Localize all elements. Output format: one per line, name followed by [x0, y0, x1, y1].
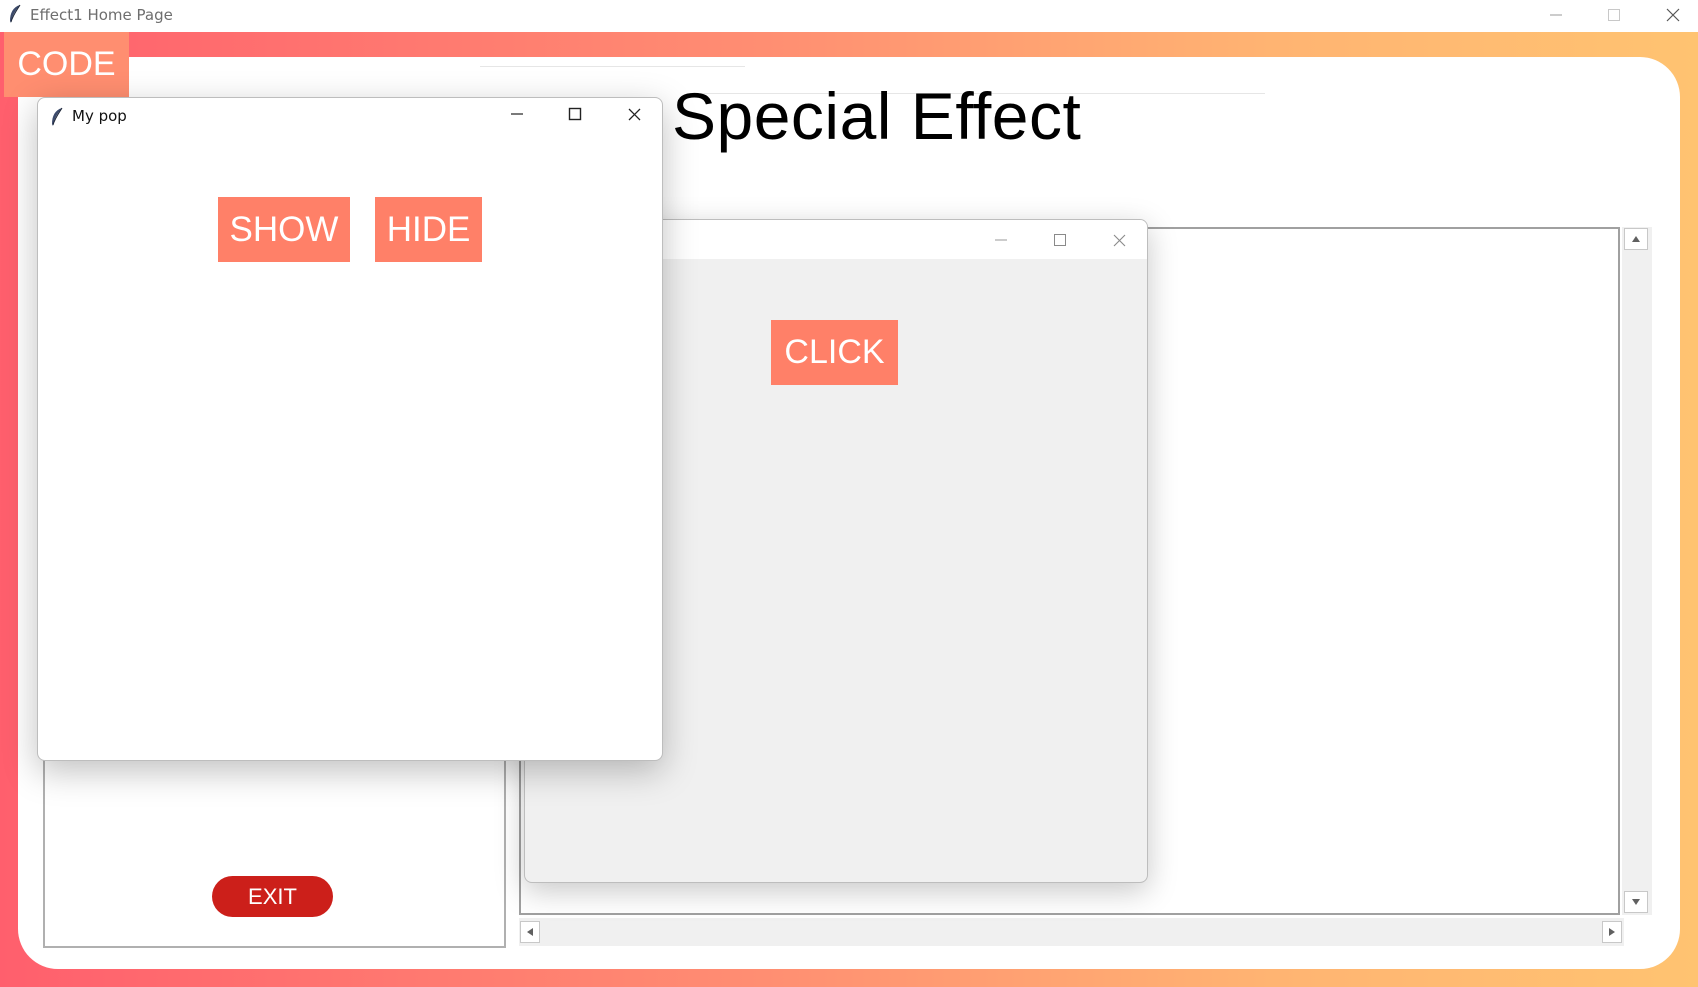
maximize-button[interactable] — [552, 99, 598, 129]
minimize-icon — [995, 239, 1007, 241]
minimize-button[interactable] — [1533, 0, 1579, 30]
scroll-up-button[interactable] — [1624, 228, 1648, 250]
arrow-up-icon — [1632, 236, 1640, 242]
close-icon — [628, 108, 640, 120]
hide-button[interactable]: HIDE — [375, 197, 482, 262]
show-button[interactable]: SHOW — [218, 197, 350, 262]
close-button[interactable] — [1650, 0, 1696, 30]
main-window-titlebar: Effect1 Home Page — [0, 0, 1698, 32]
code-label: CODE — [4, 32, 129, 97]
window-title: Effect1 Home Page — [30, 6, 173, 24]
left-panel — [43, 752, 506, 948]
close-icon — [1113, 234, 1125, 246]
vertical-scrollbar[interactable] — [1622, 227, 1652, 915]
close-icon — [1666, 8, 1680, 22]
maximize-icon — [1608, 9, 1620, 21]
horizontal-scrollbar[interactable] — [519, 918, 1624, 946]
exit-button[interactable]: EXIT — [212, 876, 333, 917]
arrow-left-icon — [527, 928, 533, 936]
close-button[interactable] — [1096, 225, 1142, 255]
maximize-icon — [1054, 234, 1066, 246]
feather-icon — [52, 107, 63, 126]
maximize-icon — [568, 107, 582, 121]
arrow-down-icon — [1632, 899, 1640, 905]
scroll-left-button[interactable] — [520, 921, 540, 943]
page-heading: Special Effect — [672, 79, 1082, 153]
close-button[interactable] — [611, 99, 657, 129]
click-button[interactable]: CLICK — [771, 320, 898, 385]
maximize-button[interactable] — [1037, 225, 1083, 255]
minimize-icon — [1550, 14, 1562, 16]
minimize-button[interactable] — [978, 225, 1024, 255]
mypop-window — [37, 97, 663, 761]
minimize-button[interactable] — [494, 99, 540, 129]
scroll-down-button[interactable] — [1624, 891, 1648, 913]
minimize-icon — [511, 113, 523, 115]
maximize-button[interactable] — [1591, 0, 1637, 30]
divider-line — [480, 66, 745, 67]
feather-icon — [10, 4, 21, 23]
scroll-right-button[interactable] — [1602, 921, 1622, 943]
arrow-right-icon — [1609, 928, 1615, 936]
mypop-title: My pop — [72, 107, 127, 125]
